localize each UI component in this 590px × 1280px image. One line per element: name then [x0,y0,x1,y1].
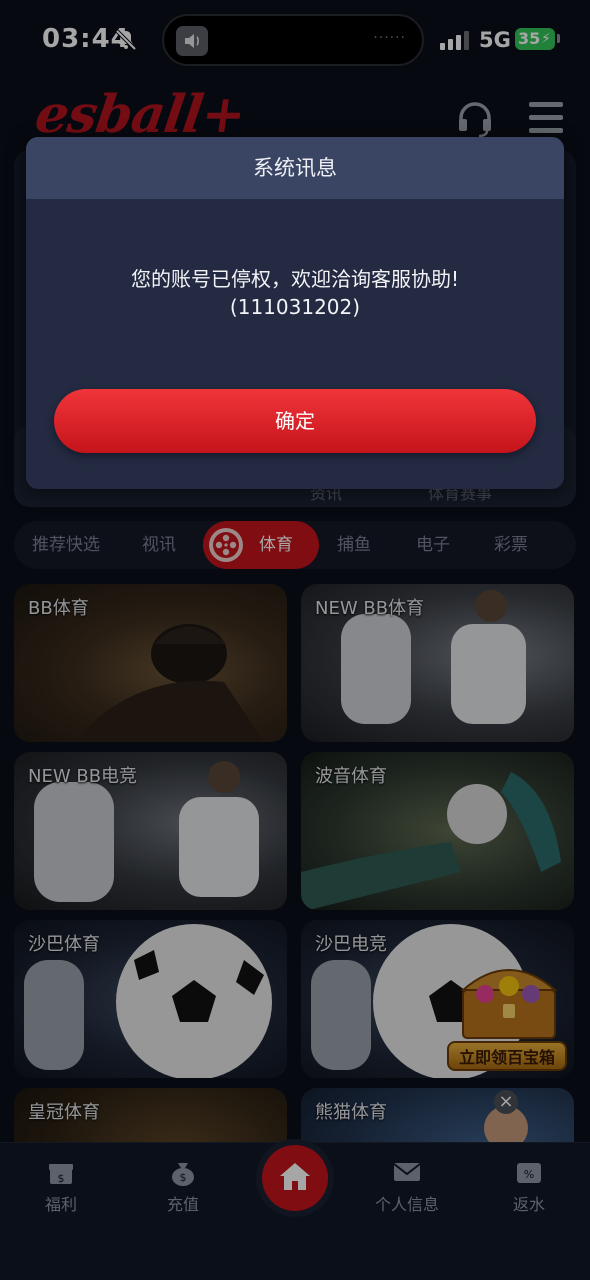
dialog-error-code: (111031202) [229,295,361,319]
system-message-dialog: 系统讯息 您的账号已停权，欢迎洽询客服协助! (111031202) 确定 [26,137,564,489]
confirm-button[interactable]: 确定 [54,389,536,453]
dialog-title: 系统讯息 [26,137,564,199]
dialog-message: 您的账号已停权，欢迎洽询客服协助! [130,267,460,291]
